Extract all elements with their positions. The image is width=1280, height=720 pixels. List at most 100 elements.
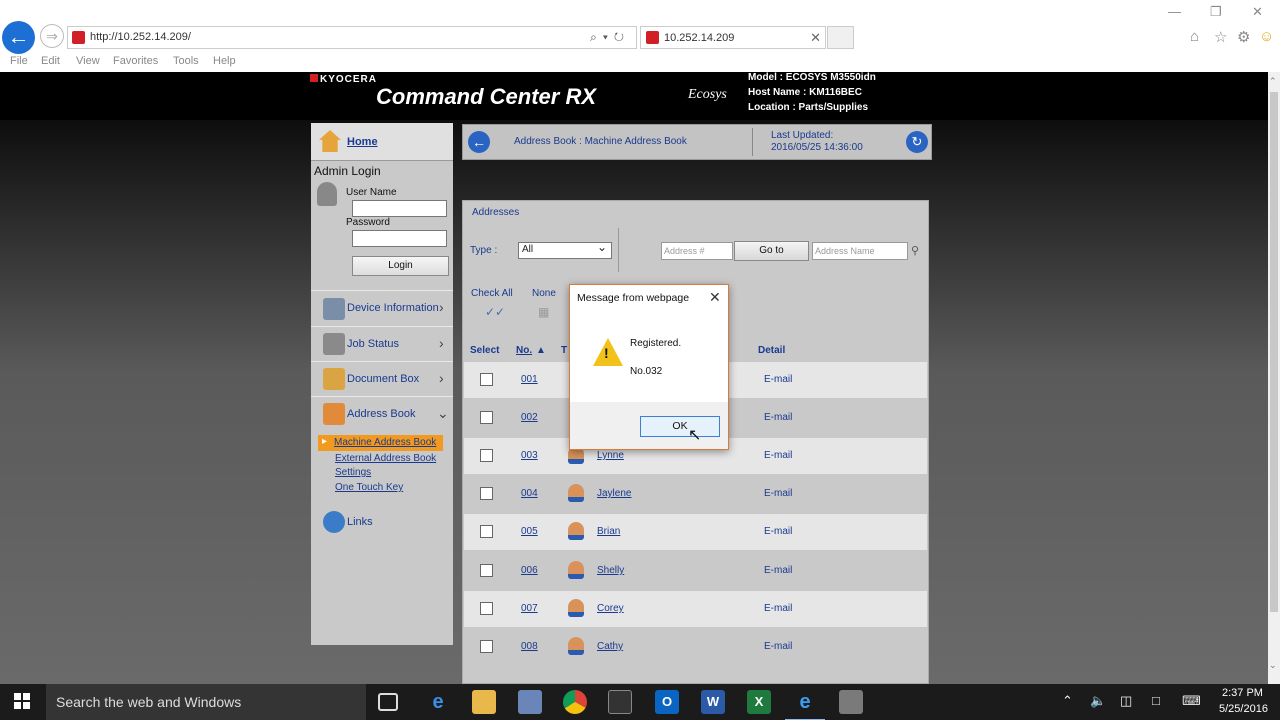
row-number-link[interactable]: 004: [521, 488, 538, 499]
volume-icon[interactable]: 🔈: [1090, 693, 1106, 709]
scroll-down-icon[interactable]: ⌄: [1269, 660, 1277, 671]
home-browser-icon[interactable]: ⌂: [1190, 28, 1199, 45]
page-scrollbar[interactable]: [1268, 72, 1280, 684]
refresh-icon[interactable]: ↻: [906, 131, 928, 153]
outlook-icon[interactable]: O: [655, 690, 679, 714]
check-all-link[interactable]: Check All: [471, 288, 513, 299]
row-number-link[interactable]: 008: [521, 641, 538, 652]
scroll-up-icon[interactable]: ⌃: [1269, 76, 1277, 87]
row-name-link[interactable]: Brian: [597, 526, 620, 537]
column-no-sort[interactable]: No.: [516, 345, 532, 356]
terminal-icon[interactable]: [608, 690, 632, 714]
menu-view[interactable]: View: [76, 55, 100, 67]
address-bar[interactable]: http://10.252.14.209/ ⌕▾↻: [67, 26, 637, 49]
row-name-link[interactable]: Jaylene: [597, 488, 631, 499]
row-checkbox[interactable]: [480, 449, 493, 462]
row-checkbox[interactable]: [480, 487, 493, 500]
chrome-icon[interactable]: [563, 690, 587, 714]
row-number-link[interactable]: 003: [521, 450, 538, 461]
none-link[interactable]: None: [532, 288, 556, 299]
close-window-icon[interactable]: ✕: [1252, 4, 1263, 20]
new-tab-button[interactable]: [827, 26, 854, 49]
tray-up-chevron-icon[interactable]: ⌃: [1062, 693, 1073, 709]
tab-close-icon[interactable]: ✕: [810, 30, 821, 46]
forward-button[interactable]: ⇒: [40, 24, 64, 48]
sidebar-item-device-information[interactable]: Device Information ›: [311, 290, 453, 324]
sidebar-item-job-status[interactable]: Job Status ›: [311, 326, 453, 360]
user-avatar-icon: [568, 484, 584, 502]
row-checkbox[interactable]: [480, 564, 493, 577]
menu-file[interactable]: File: [10, 55, 28, 67]
row-name-link[interactable]: Lynne: [597, 450, 624, 461]
search-icon[interactable]: ⚲: [911, 244, 919, 257]
ok-button[interactable]: OK: [640, 416, 720, 437]
panel-heading: Addresses: [472, 207, 520, 218]
clock-time[interactable]: 2:37 PM: [1222, 687, 1263, 699]
login-button[interactable]: Login: [352, 256, 449, 276]
sidebar-item-document-box[interactable]: Document Box ›: [311, 361, 453, 395]
row-checkbox[interactable]: [480, 640, 493, 653]
sidebar-item-links[interactable]: Links: [311, 505, 453, 539]
restore-icon[interactable]: ❐: [1210, 4, 1222, 20]
address-name-input[interactable]: Address Name: [812, 242, 908, 260]
type-select[interactable]: All: [518, 240, 612, 259]
favorites-star-icon[interactable]: ☆: [1214, 28, 1227, 46]
menu-help[interactable]: Help: [213, 55, 236, 67]
dialog-close-icon[interactable]: ✕: [709, 289, 721, 306]
row-number-link[interactable]: 006: [521, 565, 538, 576]
sidebar-item-label: Device Information: [347, 302, 439, 314]
user-avatar-icon: [568, 599, 584, 617]
row-checkbox[interactable]: [480, 602, 493, 615]
row-number-link[interactable]: 001: [521, 374, 538, 385]
sidebar-subitem-machine-address-book[interactable]: Machine Address Book: [318, 435, 443, 451]
goto-button[interactable]: Go to: [734, 241, 809, 261]
browser-tab[interactable]: 10.252.14.209 ✕: [640, 26, 826, 49]
windows-start-icon[interactable]: [14, 693, 30, 709]
row-number-link[interactable]: 005: [521, 526, 538, 537]
back-arrow-icon[interactable]: ←: [468, 131, 490, 153]
home-link[interactable]: Home: [347, 136, 378, 148]
row-checkbox[interactable]: [480, 411, 493, 424]
row-checkbox[interactable]: [480, 373, 493, 386]
notifications-icon[interactable]: □: [1152, 693, 1160, 708]
internet-explorer-icon[interactable]: e: [785, 690, 825, 720]
address-number-input[interactable]: Address #: [661, 242, 733, 260]
row-checkbox[interactable]: [480, 525, 493, 538]
user-name-input[interactable]: [352, 200, 447, 217]
row-name-link[interactable]: Cathy: [597, 641, 623, 652]
uncheck-all-icon[interactable]: ▦: [538, 305, 549, 319]
row-number-link[interactable]: 007: [521, 603, 538, 614]
table-row: 008 Cathy E-mail: [464, 629, 927, 665]
row-name-link[interactable]: Shelly: [597, 565, 624, 576]
minimize-icon[interactable]: —: [1168, 4, 1181, 19]
sidebar-subitem-external-address-book[interactable]: External Address Book: [335, 453, 436, 464]
file-explorer-icon[interactable]: [472, 690, 496, 714]
word-icon[interactable]: W: [701, 690, 725, 714]
chevron-right-icon: ›: [439, 370, 444, 386]
menu-favorites[interactable]: Favorites: [113, 55, 158, 67]
network-app-icon[interactable]: [518, 690, 542, 714]
chevron-down-icon: ⌄: [437, 405, 449, 421]
row-number-link[interactable]: 002: [521, 412, 538, 423]
network-icon[interactable]: ◫: [1120, 693, 1132, 709]
row-name-link[interactable]: Corey: [597, 603, 624, 614]
sidebar-subitem-settings[interactable]: Settings: [335, 467, 371, 478]
app-icon[interactable]: [839, 690, 863, 714]
task-view-icon[interactable]: [378, 693, 398, 711]
settings-gear-icon[interactable]: ⚙: [1237, 28, 1250, 46]
smiley-icon[interactable]: ☺: [1259, 28, 1274, 45]
job-status-icon: [323, 333, 345, 355]
excel-icon[interactable]: X: [747, 690, 771, 714]
password-input[interactable]: [352, 230, 447, 247]
sidebar-subitem-one-touch-key[interactable]: One Touch Key: [335, 482, 403, 493]
clock-date[interactable]: 5/25/2016: [1219, 703, 1268, 715]
keyboard-icon[interactable]: ⌨: [1182, 693, 1201, 709]
sort-asc-icon: ▲: [536, 345, 546, 356]
menu-edit[interactable]: Edit: [41, 55, 60, 67]
edge-icon[interactable]: e: [426, 690, 450, 714]
sidebar-item-address-book[interactable]: Address Book ⌄: [311, 396, 453, 430]
search-refresh-icons[interactable]: ⌕▾↻: [590, 30, 630, 45]
menu-tools[interactable]: Tools: [173, 55, 199, 67]
check-all-icon[interactable]: ✓✓: [485, 305, 505, 319]
back-button[interactable]: ←: [2, 21, 35, 54]
